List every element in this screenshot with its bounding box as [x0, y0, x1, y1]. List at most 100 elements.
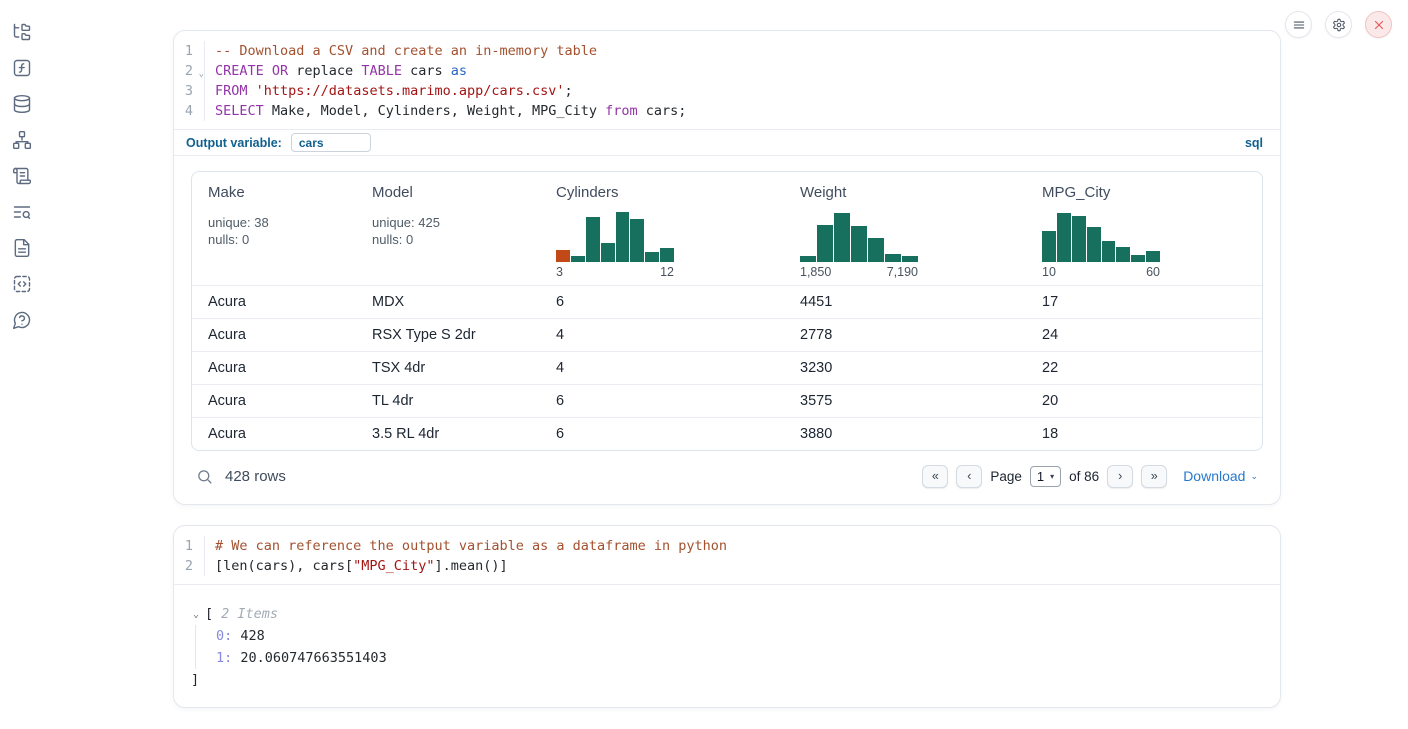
column-stats: unique: 425nulls: 0: [372, 214, 540, 248]
snippets-icon[interactable]: [12, 274, 32, 294]
histogram-bar: [1057, 213, 1071, 262]
python-code-editor[interactable]: 12# We can reference the output variable…: [174, 526, 1280, 584]
file-explorer-icon[interactable]: [12, 22, 32, 42]
column-header-weight[interactable]: Weight 1,850 7,190: [792, 172, 1034, 285]
function-icon[interactable]: [12, 58, 32, 78]
tree-entry: 0: 428: [216, 625, 1280, 647]
code-token: cars;: [638, 103, 687, 119]
histogram-bar: [1042, 231, 1056, 262]
code-token: cars: [402, 63, 451, 79]
histogram-axis-labels: 1,850 7,190: [800, 265, 918, 279]
close-bracket: ]: [191, 669, 1280, 691]
table-row[interactable]: AcuraRSX Type S 2dr4277824: [192, 318, 1262, 351]
output-variable-input[interactable]: [291, 133, 371, 152]
sidebar: [0, 0, 44, 729]
column-histogram: 1060: [1042, 210, 1160, 279]
code-token: [248, 83, 256, 99]
code-lines: -- Download a CSV and create an in-memor…: [204, 41, 1280, 121]
table-cell: 18: [1034, 426, 1262, 442]
table-cell: 4: [548, 327, 792, 343]
column-title: Make: [208, 184, 356, 201]
table-row[interactable]: AcuraMDX6445117: [192, 285, 1262, 318]
first-page-button[interactable]: «: [922, 465, 948, 488]
histogram-bar: [800, 256, 816, 262]
table-cell: TL 4dr: [364, 393, 548, 409]
row-count: 428 rows: [225, 468, 286, 485]
table-row[interactable]: AcuraTL 4dr6357520: [192, 384, 1262, 417]
histogram-axis-labels: 312: [556, 265, 674, 279]
help-icon[interactable]: [12, 310, 32, 330]
table-cell: 6: [548, 393, 792, 409]
chevron-down-icon: ▾: [1050, 472, 1054, 481]
search-icon[interactable]: [196, 468, 213, 485]
code-token: CREATE OR: [215, 63, 288, 79]
axis-label: 1,850: [800, 265, 831, 279]
column-header-model[interactable]: Model unique: 425nulls: 0: [364, 172, 548, 285]
menu-button[interactable]: [1285, 11, 1312, 38]
documentation-icon[interactable]: [12, 238, 32, 258]
stat-line: nulls: 0: [372, 231, 540, 248]
histogram-bar: [868, 238, 884, 262]
column-histogram: 1,850 7,190: [800, 210, 918, 279]
open-bracket: [: [205, 603, 213, 625]
code-token: ].mean()]: [434, 558, 507, 574]
table-cell: 2778: [792, 327, 1034, 343]
prev-page-button[interactable]: ‹: [956, 465, 982, 488]
histogram-bar: [556, 250, 570, 262]
collapse-icon[interactable]: ⌄: [191, 609, 201, 620]
code-token: FROM: [215, 83, 248, 99]
table-cell: MDX: [364, 294, 548, 310]
page-select[interactable]: 1 ▾: [1030, 466, 1061, 487]
code-token: as: [451, 63, 467, 79]
table-cell: 3575: [792, 393, 1034, 409]
table-row[interactable]: AcuraTSX 4dr4323022: [192, 351, 1262, 384]
column-title: Weight: [800, 184, 1026, 201]
code-token: [len(cars), cars[: [215, 558, 353, 574]
table-header: Makeunique: 38nulls: 0 Model unique: 425nu…: [192, 172, 1262, 285]
histogram-bars: [800, 210, 918, 262]
line-number: 1: [174, 41, 204, 61]
page-total-label: of 86: [1069, 469, 1099, 484]
line-number: 2: [174, 556, 204, 576]
code-line: # We can reference the output variable a…: [215, 536, 1280, 556]
scratchpad-icon[interactable]: [12, 166, 32, 186]
axis-label: 60: [1146, 265, 1160, 279]
axis-label: 7,190: [887, 265, 918, 279]
code-token: # We can reference the output variable a…: [215, 538, 727, 554]
histogram-bar: [1087, 227, 1101, 262]
line-number: 2⌄: [174, 61, 204, 81]
code-token: "MPG_City": [353, 558, 434, 574]
code-token: ;: [565, 83, 573, 99]
table-body: AcuraMDX6445117AcuraRSX Type S 2dr427782…: [192, 285, 1262, 450]
download-button[interactable]: Download ⌄: [1183, 468, 1258, 484]
sql-code-editor[interactable]: 12⌄34-- Download a CSV and create an in-…: [174, 31, 1280, 129]
code-token: replace: [288, 63, 361, 79]
output-variable-label: Output variable:: [186, 136, 282, 150]
datasources-icon[interactable]: [12, 94, 32, 114]
table-cell: 6: [548, 294, 792, 310]
settings-button[interactable]: [1325, 11, 1352, 38]
table-footer: 428 rows « ‹ Page 1 ▾ of 86 › » Download…: [191, 460, 1263, 492]
table-cell: 6: [548, 426, 792, 442]
line-number-gutter: 12⌄34: [174, 41, 204, 121]
next-page-button[interactable]: ›: [1107, 465, 1133, 488]
last-page-button[interactable]: »: [1141, 465, 1167, 488]
table-cell: 3230: [792, 360, 1034, 376]
close-button[interactable]: [1365, 11, 1392, 38]
column-title: Model: [372, 184, 540, 201]
table-cell: TSX 4dr: [364, 360, 548, 376]
table-cell: 17: [1034, 294, 1262, 310]
column-title: Cylinders: [556, 184, 784, 201]
table-row[interactable]: Acura3.5 RL 4dr6388018: [192, 417, 1262, 450]
column-header-cylinders[interactable]: Cylinders 312: [548, 172, 792, 285]
histogram-bar: [601, 243, 615, 262]
column-header-mpg_city[interactable]: MPG_City1060: [1034, 172, 1262, 285]
table-cell: Acura: [200, 327, 364, 343]
logs-icon[interactable]: [12, 202, 32, 222]
histogram-bar: [630, 219, 644, 262]
column-header-make[interactable]: Makeunique: 38nulls: 0: [200, 172, 364, 285]
table-cell: 4: [548, 360, 792, 376]
tree-entry-value: 428: [232, 628, 265, 644]
dependency-graph-icon[interactable]: [12, 130, 32, 150]
tree-entries: 0: 4281: 20.060747663551403: [195, 625, 1280, 669]
